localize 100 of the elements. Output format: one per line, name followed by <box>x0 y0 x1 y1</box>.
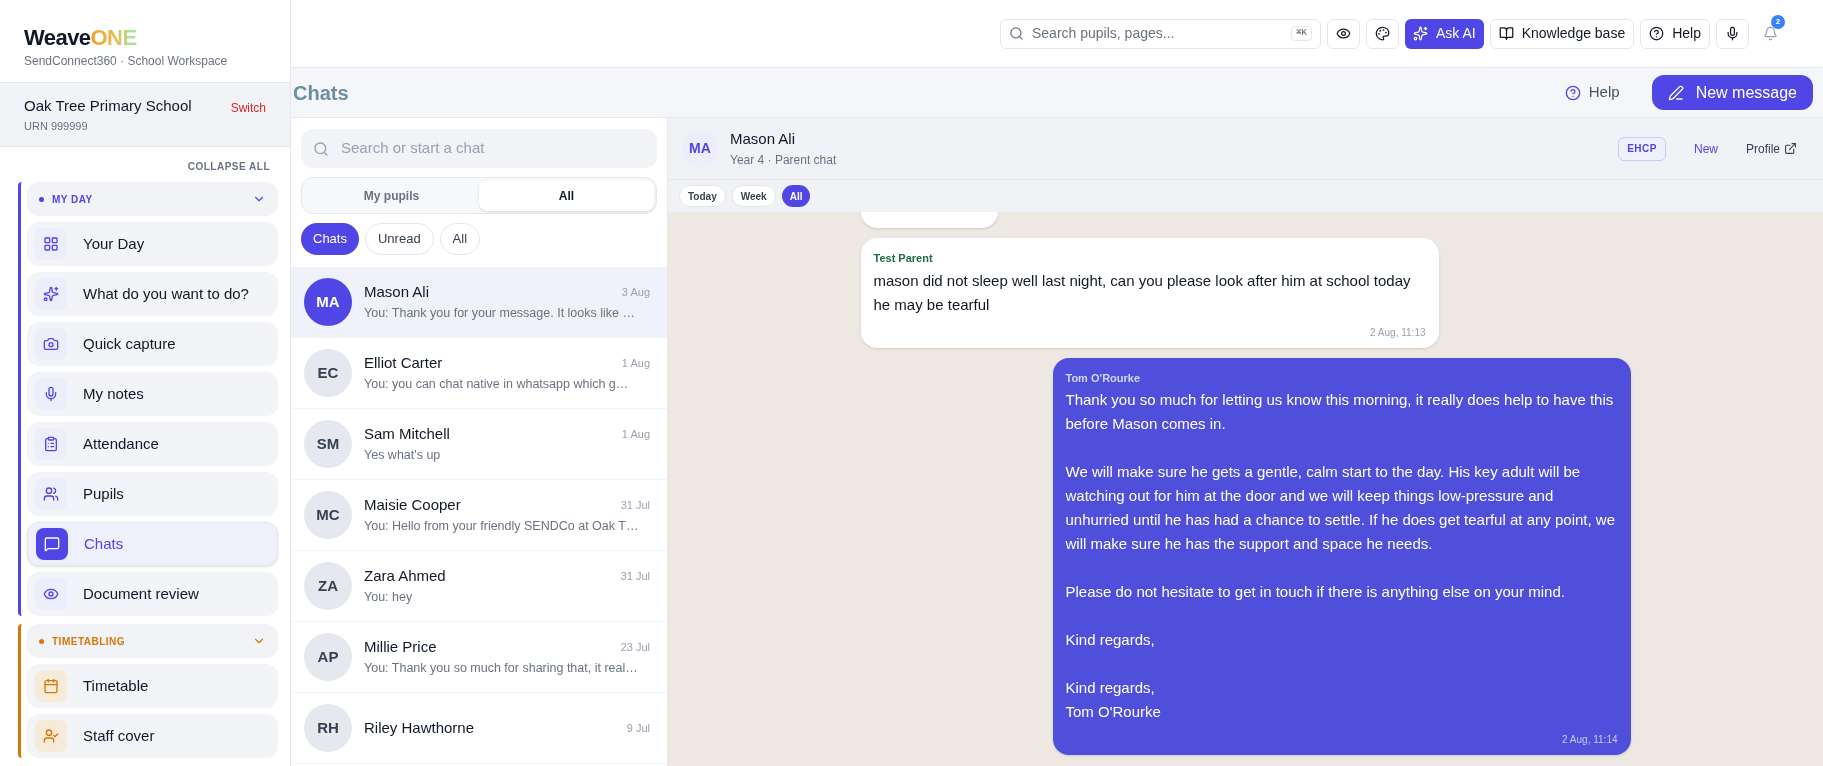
chat-search-field[interactable]: Search or start a chat <box>301 129 657 168</box>
people-icon <box>43 486 59 502</box>
calendar-icon <box>43 678 59 694</box>
nav-item[interactable]: What do you want to do? <box>27 272 278 316</box>
avatar: RH <box>304 704 352 752</box>
message-preview: You: Hello from your friendly SENDCo at Oak T… <box>364 517 639 535</box>
nav-item[interactable]: My notes <box>27 372 278 416</box>
message-preview: You: Thank you so much for sharing that, it real… <box>364 659 638 677</box>
sparkles-icon <box>1413 26 1428 41</box>
app-subtitle: SendConnect360 · School Workspace <box>24 53 228 70</box>
search-field[interactable]: Search pupils, pages... ⌘K <box>1000 18 1321 49</box>
clipboard-icon <box>43 436 59 452</box>
chat-bubble-icon <box>44 536 60 552</box>
chat-date: 31 Jul <box>620 498 650 514</box>
collapse-all-link[interactable]: COLLAPSE ALL <box>187 159 270 174</box>
sender-name: Tom O'Rourke <box>1065 370 1141 386</box>
chat-date: 1 Aug <box>621 427 650 443</box>
search-input[interactable]: Search pupils, pages... <box>1032 23 1284 44</box>
search-icon <box>1009 26 1024 41</box>
shortcut-hint: ⌘K <box>1291 25 1312 42</box>
microphone-icon <box>43 386 59 402</box>
chat-row[interactable]: MA Mason Ali 3 Aug You: Thank you for your message. It looks like … <box>291 267 667 338</box>
school-urn: URN 999999 <box>24 118 89 134</box>
chat-date: 9 Jul <box>626 720 650 736</box>
message-text: mason did not sleep well last night, can you please look after him at school today he may be tearful <box>873 270 1412 315</box>
eye-icon <box>43 586 59 602</box>
sparkles-icon <box>43 286 59 302</box>
filter-chip[interactable]: All <box>439 223 481 255</box>
notification-badge: 2 <box>1771 14 1785 29</box>
message-preview: You: hey <box>364 588 413 606</box>
help-link[interactable]: Help <box>1564 81 1620 104</box>
voice-button[interactable] <box>1716 18 1749 49</box>
filter-chip[interactable]: Unread <box>364 223 434 255</box>
contact-name: Riley Hawthorne <box>364 717 475 738</box>
book-icon <box>1498 26 1514 41</box>
nav-item[interactable]: Timetable <box>27 664 278 708</box>
school-name: Oak Tree Primary School <box>24 96 192 116</box>
sender-name: Test Parent <box>873 251 933 266</box>
avatar: EC <box>304 349 352 397</box>
avatar: ZA <box>304 562 352 610</box>
theme-button[interactable] <box>1366 18 1399 49</box>
section-header[interactable]: MY DAY <box>27 182 278 216</box>
chat-search-input[interactable]: Search or start a chat <box>341 137 645 160</box>
contact-name: Mason Ali <box>364 282 430 303</box>
new-message-button[interactable]: New message <box>1651 75 1813 110</box>
camera-icon <box>43 336 59 352</box>
switch-link[interactable]: Switch <box>230 99 266 117</box>
visibility-button[interactable] <box>1327 18 1360 49</box>
microphone-icon <box>1725 26 1740 41</box>
nav-item[interactable]: Document review <box>27 572 278 616</box>
message-time: 2 Aug, 11:14 <box>1562 733 1618 747</box>
page-title: Chats <box>293 80 350 106</box>
scope-tab[interactable]: My pupils <box>304 180 479 211</box>
pen-icon <box>1667 84 1684 101</box>
avatar: AP <box>304 633 352 681</box>
filter-chip[interactable]: Chats <box>301 223 359 255</box>
message-time: 2 Aug, 11:13 <box>1370 325 1426 340</box>
person-check-icon <box>43 728 59 744</box>
message-preview: You: Thank you for your message. It looks like … <box>364 304 635 322</box>
new-link[interactable]: New <box>1677 139 1734 158</box>
range-chip[interactable]: Today <box>679 185 726 207</box>
message-preview: You: you can chat native in whatsapp which g… <box>364 375 629 393</box>
knowledge-base-button[interactable]: Knowledge base <box>1489 18 1635 49</box>
range-chip[interactable]: Week <box>731 185 776 207</box>
contact-name: Elliot Carter <box>364 353 443 374</box>
profile-link[interactable]: Profile <box>1746 139 1797 158</box>
scope-tab[interactable]: All <box>479 180 654 211</box>
avatar: MC <box>304 491 352 539</box>
message-text: Thank you so much for letting us know this morning, it really does help to have this before Mason comes in. We will make sure he gets a gentle, calm start to the day. His key adult will be watching out for him at the door and we will keep things low-pressure and unhurried until he has had a chance to settle. If he does get tearful at any point, we will make sure he has the support and space he needs. Please do not hesitate to get in touch if there is anything else on your mind. Kind regards, Kind regards, Tom O'Rourke <box>1065 390 1617 722</box>
chat-date: 31 Jul <box>620 569 650 585</box>
chat-date: 1 Aug <box>621 356 650 372</box>
avatar: SM <box>304 420 352 468</box>
chat-date: 23 Jul <box>620 640 650 656</box>
contact-name: Millie Price <box>364 637 437 658</box>
bell-icon <box>1762 26 1778 41</box>
contact-name: Zara Ahmed <box>364 566 446 587</box>
contact-name: Mason Ali <box>730 129 796 150</box>
nav-item[interactable]: Attendance <box>27 422 278 466</box>
help-icon <box>1649 26 1665 41</box>
nav-item[interactable]: Quick capture <box>27 322 278 366</box>
app-logo: WeaveONE <box>24 24 137 52</box>
external-link-icon <box>1784 142 1797 155</box>
range-chip[interactable]: All <box>781 185 811 207</box>
chat-date: 3 Aug <box>621 285 650 301</box>
avatar: MA <box>682 130 718 167</box>
palette-icon <box>1375 26 1390 41</box>
nav-item[interactable]: Pupils <box>27 472 278 516</box>
help-icon <box>1564 84 1581 101</box>
nav-item[interactable]: Staff cover <box>27 714 278 758</box>
help-button[interactable]: Help <box>1640 18 1710 49</box>
nav-item[interactable]: Your Day <box>27 222 278 266</box>
grid-icon <box>43 236 59 252</box>
search-icon <box>313 140 329 157</box>
avatar: MA <box>304 278 352 326</box>
ask-ai-button[interactable]: Ask AI <box>1405 18 1484 49</box>
contact-name: Maisie Cooper <box>364 495 461 516</box>
contact-name: Sam Mitchell <box>364 424 450 445</box>
message-preview: Yes what's up <box>364 446 441 464</box>
nav-item[interactable]: Chats <box>27 522 278 566</box>
eye-icon <box>1336 26 1351 41</box>
